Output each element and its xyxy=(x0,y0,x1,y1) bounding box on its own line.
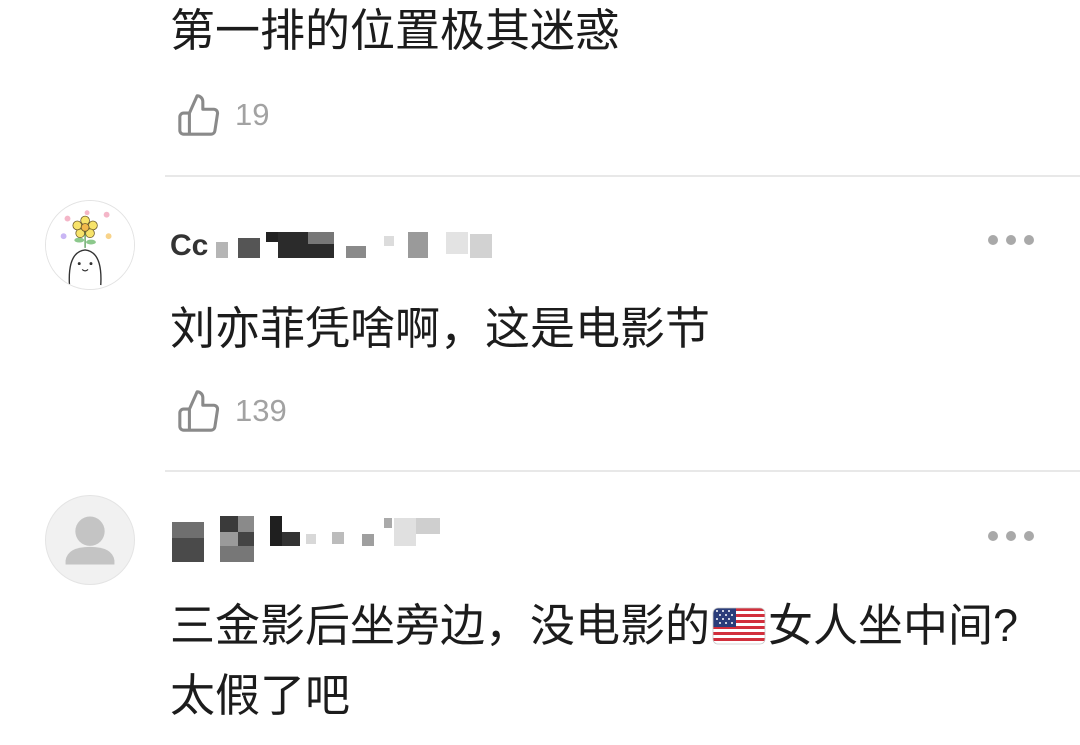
comment-text-line-2: 太假了吧 xyxy=(170,670,351,721)
username[interactable] xyxy=(170,514,460,566)
avatar[interactable] xyxy=(45,200,135,290)
divider xyxy=(165,470,1080,472)
default-user-avatar xyxy=(65,516,115,565)
username[interactable]: Cc xyxy=(170,228,500,264)
comment-text-segment: 三金影后坐旁边，没电影的 xyxy=(170,600,711,651)
comment-text-line-1: 三金影后坐旁边，没电影的 女人坐中间? xyxy=(170,603,1018,648)
avatar[interactable] xyxy=(45,495,135,585)
thumbs-up-icon[interactable] xyxy=(176,388,222,434)
comment-text-segment: 女人坐中间? xyxy=(768,600,1019,651)
thumbs-up-icon[interactable] xyxy=(176,92,222,138)
cartoon-flower-avatar xyxy=(46,201,134,289)
more-dots-icon[interactable] xyxy=(988,233,1034,247)
us-flag-icon xyxy=(712,607,766,645)
divider xyxy=(165,175,1080,177)
comment-text: 刘亦菲凭啥啊，这是电影节 xyxy=(170,303,711,354)
like-count: 139 xyxy=(235,393,287,428)
like-count: 19 xyxy=(235,97,270,132)
more-dots-icon[interactable] xyxy=(988,529,1034,543)
comment-text: 第一排的位置极其迷惑 xyxy=(170,5,621,56)
username-fragment: Cc xyxy=(170,229,209,262)
